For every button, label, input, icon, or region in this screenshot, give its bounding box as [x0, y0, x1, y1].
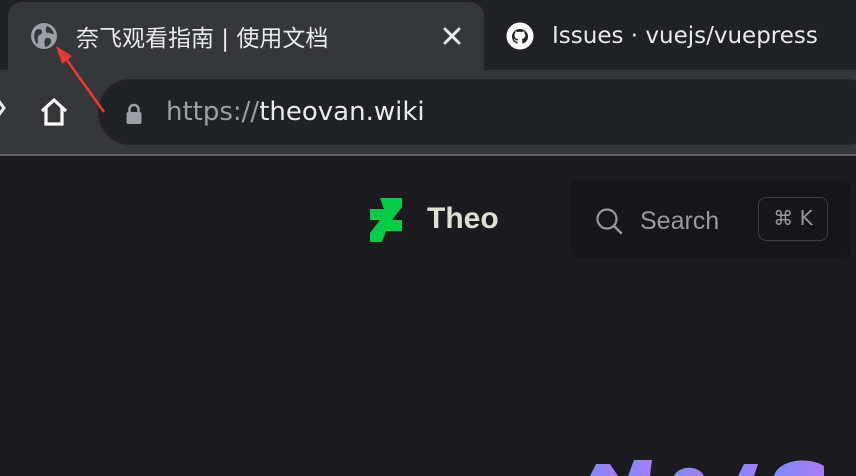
- site-title[interactable]: Theo: [427, 200, 499, 238]
- lock-icon[interactable]: [125, 103, 143, 125]
- deviantart-logo-icon[interactable]: [370, 198, 402, 242]
- search-label: Search: [640, 207, 720, 235]
- github-icon: [506, 22, 534, 50]
- search-shortcut-badge: ⌘ K: [758, 197, 828, 241]
- browser-tab-inactive[interactable]: Issues · vuejs/vuepress: [496, 2, 856, 70]
- hero-heading-fragment: [590, 460, 824, 476]
- close-tab-icon[interactable]: [440, 24, 464, 48]
- active-tab-title: 奈飞观看指南 | 使用文档: [76, 26, 329, 52]
- address-bar-url[interactable]: https://theovan.wiki: [166, 95, 425, 129]
- annotation-arrow-icon: [56, 46, 106, 113]
- search-icon: [596, 208, 623, 235]
- url-scheme: https://: [166, 97, 260, 127]
- reload-icon[interactable]: [0, 96, 6, 120]
- toolbar-divider: [0, 154, 856, 156]
- inactive-tab-title: Issues · vuejs/vuepress: [552, 23, 818, 49]
- url-host: theovan.wiki: [259, 97, 425, 127]
- screenshot-root: 奈飞观看指南 | 使用文档 Issues · vuejs/vuepress ht…: [0, 0, 856, 476]
